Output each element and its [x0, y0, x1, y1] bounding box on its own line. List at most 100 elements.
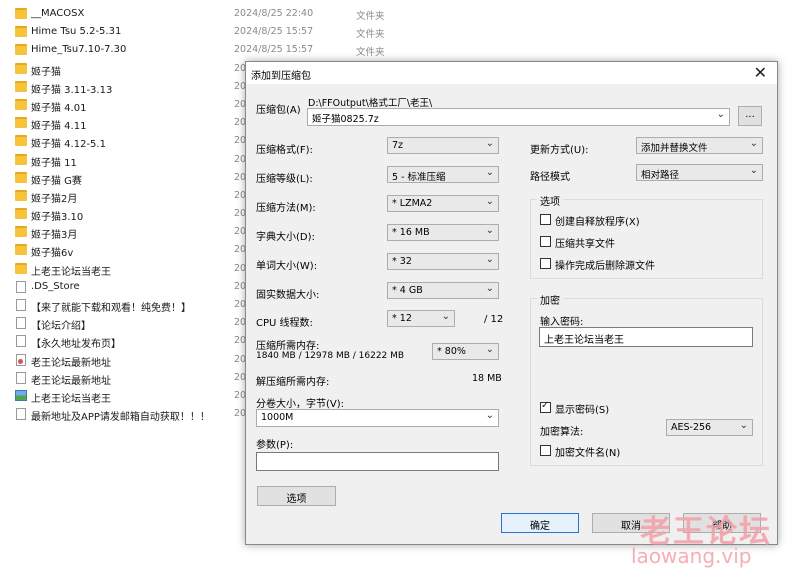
password-label: 输入密码: [540, 317, 584, 328]
format-label: 压缩格式(F): [256, 145, 313, 156]
split-label: 分卷大小，字节(V): [256, 399, 345, 410]
file-name: 姬子猫 [31, 66, 61, 78]
file-name: 姬子猫3月 [31, 230, 78, 242]
password-input[interactable]: 上老王论坛当老王 [539, 327, 753, 347]
chevron-down-icon: ⌄ [485, 283, 494, 294]
doc-icon [15, 371, 27, 384]
file-row[interactable]: __MACOSX 2024/8/25 22:40 文件夹 [0, 6, 400, 24]
chevron-down-icon: ⌄ [716, 109, 725, 120]
chevron-down-icon: ⌄ [739, 420, 748, 431]
folder-icon [15, 153, 27, 166]
show-password-label: 显示密码(S) [555, 405, 610, 416]
file-name: 姬子猫 4.11 [31, 121, 87, 133]
params-label: 参数(P): [256, 440, 294, 451]
format-value: 7z [392, 140, 404, 151]
solid-select[interactable]: * 4 GB ⌄ [387, 282, 499, 299]
dict-select[interactable]: * 16 MB ⌄ [387, 224, 499, 241]
archive-path: D:\FFOutput\格式工厂\老王\ [308, 98, 433, 109]
archive-name-combo[interactable]: 姬子猫0825.7z ⌄ [307, 108, 730, 126]
chevron-down-icon: ⌄ [485, 225, 494, 236]
format-select[interactable]: 7z ⌄ [387, 137, 499, 154]
file-name: 姬子猫 11 [31, 157, 77, 169]
params-input[interactable] [256, 452, 499, 471]
folder-icon [15, 26, 27, 38]
threads-value: * 12 [392, 313, 412, 324]
browse-button[interactable]: ... [738, 106, 762, 126]
doc-icon [15, 317, 27, 330]
delete-source-checkbox[interactable] [540, 258, 551, 269]
path-mode-label: 路径模式 [530, 172, 570, 183]
file-name: 姬子猫2月 [31, 193, 78, 205]
method-label: 压缩方法(M): [256, 203, 316, 214]
chevron-down-icon: ⌄ [485, 196, 494, 207]
file-name: 最新地址及APP请发邮箱自动获取！！！ [31, 412, 210, 424]
update-value: 添加并替换文件 [641, 143, 708, 154]
mem-percent-value: * 80% [437, 346, 466, 357]
dialog-titlebar: 添加到压缩包 ✕ [246, 62, 777, 84]
file-name: 姬子猫3.10 [31, 212, 84, 224]
file-date: 2024/8/25 15:57 [234, 26, 314, 38]
shared-checkbox[interactable] [540, 236, 551, 247]
file-name: 【永久地址发布页】 [31, 339, 121, 351]
ok-button[interactable]: 确定 [501, 513, 579, 533]
update-select[interactable]: 添加并替换文件 ⌄ [636, 137, 763, 154]
split-size-combo[interactable]: 1000M ⌄ [256, 409, 499, 427]
folder-icon [15, 44, 27, 56]
file-date: 2024/8/25 22:40 [234, 8, 314, 19]
file-name: 上老王论坛当老王 [31, 266, 111, 278]
options-group-title: 选项 [537, 193, 563, 208]
dialog-title: 添加到压缩包 [251, 71, 311, 82]
file-type: 文件夹 [356, 29, 385, 41]
enc-method-select[interactable]: AES-256 ⌄ [666, 419, 753, 436]
file-name: .DS_Store [31, 280, 80, 292]
shared-label: 压缩共享文件 [555, 239, 615, 250]
chevron-down-icon: ⌄ [485, 254, 494, 265]
folder-icon [15, 171, 27, 184]
folder-icon [15, 117, 27, 129]
mem-decomp-label: 解压缩所需内存: [256, 377, 330, 388]
folder-icon [15, 8, 27, 20]
show-password-checkbox[interactable] [540, 400, 551, 413]
folder-icon [15, 62, 27, 75]
file-name: 姬子猫 G赛 [31, 175, 82, 187]
folder-icon [15, 189, 27, 202]
options-button[interactable]: 选项 [257, 486, 336, 506]
word-label: 单词大小(W): [256, 261, 318, 272]
threads-label: CPU 线程数: [256, 318, 313, 329]
sfx-checkbox[interactable] [540, 214, 551, 225]
file-name: __MACOSX [31, 8, 85, 19]
chevron-down-icon: ⌄ [749, 165, 758, 176]
file-name: 【来了就能下载和观看！纯免费！】 [31, 303, 191, 314]
file-row[interactable]: Hime Tsu 5.2-5.31 2024/8/25 15:57 文件夹 [0, 24, 400, 42]
file-name: 姬子猫6v [31, 248, 74, 260]
split-value: 1000M [261, 412, 294, 423]
solid-value: * 4 GB [392, 285, 423, 296]
word-select[interactable]: * 32 ⌄ [387, 253, 499, 270]
delete-source-label: 操作完成后删除源文件 [555, 261, 655, 272]
archive-label: 压缩包(A) [256, 105, 301, 116]
encrypt-names-checkbox[interactable] [540, 445, 551, 456]
encrypt-names-label: 加密文件名(N) [555, 448, 621, 459]
close-icon[interactable]: ✕ [754, 63, 767, 82]
word-value: * 32 [392, 256, 412, 267]
chevron-down-icon: ⌄ [749, 138, 758, 149]
chevron-down-icon: ⌄ [441, 311, 450, 322]
threads-select[interactable]: * 12 ⌄ [387, 310, 455, 327]
doc-icon [15, 299, 27, 311]
folder-icon [15, 80, 27, 93]
update-label: 更新方式(U): [530, 145, 589, 156]
add-to-archive-dialog: 添加到压缩包 ✕ 压缩包(A) D:\FFOutput\格式工厂\老王\ 姬子猫… [245, 61, 778, 545]
file-name: 姬子猫 4.01 [31, 102, 87, 114]
method-select[interactable]: * LZMA2 ⌄ [387, 195, 499, 212]
mem-comp-value: 1840 MB / 12978 MB / 16222 MB [256, 351, 405, 361]
folder-icon [15, 244, 27, 256]
file-row[interactable]: Hime_Tsu7.10-7.30 2024/8/25 15:57 文件夹 [0, 42, 400, 60]
level-select[interactable]: 5 - 标准压缩 ⌄ [387, 166, 499, 183]
folder-icon [15, 226, 27, 238]
mem-percent-select[interactable]: * 80% ⌄ [432, 343, 499, 360]
doc-icon [15, 280, 27, 293]
folder-icon [15, 135, 27, 147]
path-mode-select[interactable]: 相对路径 ⌄ [636, 164, 763, 181]
file-name: 老王论坛最新地址 [31, 375, 111, 387]
watermark-url: laowang.vip [631, 544, 752, 568]
